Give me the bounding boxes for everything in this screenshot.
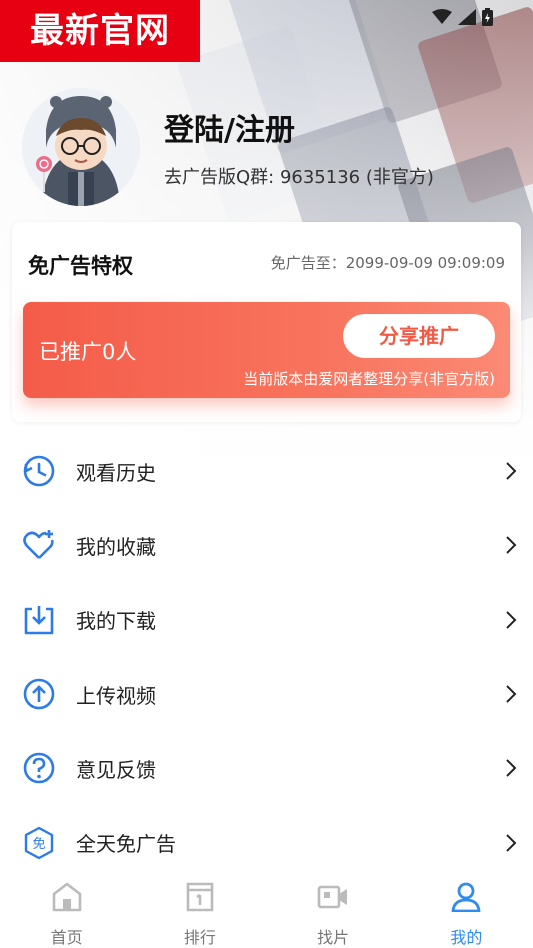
chevron-right-icon <box>505 535 517 555</box>
tab-label: 排行 <box>183 928 216 947</box>
bottom-tab-bar: 首页 排行 找片 我的 <box>0 872 533 948</box>
menu-item-history[interactable]: 观看历史 <box>0 434 533 508</box>
watermark-banner: 最新官网 <box>0 0 200 62</box>
wifi-icon <box>432 9 452 29</box>
menu-item-no-ads[interactable]: 免 全天免广告 <box>0 805 533 879</box>
video-camera-icon <box>317 882 349 916</box>
home-icon <box>51 882 83 916</box>
profile-section: 登陆/注册 去广告版Q群: 9635136 (非官方) <box>22 88 434 206</box>
menu-label: 上传视频 <box>76 683 156 708</box>
chevron-right-icon <box>505 461 517 481</box>
ad-free-card: 免广告特权 免广告至：2099-09-09 09:09:09 已推广0人 分享推… <box>12 222 521 422</box>
promo-note: 当前版本由爱网者整理分享(非官方版) <box>243 370 495 388</box>
history-icon <box>22 454 56 488</box>
menu-label: 意见反馈 <box>76 757 156 782</box>
menu-item-favorites[interactable]: 我的收藏 <box>0 508 533 582</box>
tab-mine[interactable]: 我的 <box>400 872 533 948</box>
heart-plus-icon <box>22 528 56 562</box>
menu-label: 我的收藏 <box>76 534 156 559</box>
ad-free-title: 免广告特权 <box>28 254 133 278</box>
promo-panel: 已推广0人 分享推广 当前版本由爱网者整理分享(非官方版) <box>23 302 510 398</box>
chevron-right-icon <box>505 610 517 630</box>
user-icon <box>450 882 482 916</box>
chevron-right-icon <box>505 684 517 704</box>
menu-label: 全天免广告 <box>76 832 176 857</box>
login-register-link[interactable]: 登陆/注册 <box>164 105 434 149</box>
promo-count: 已推广0人 <box>39 340 137 364</box>
ranking-icon <box>184 882 216 916</box>
tab-home[interactable]: 首页 <box>0 872 133 948</box>
battery-icon <box>482 8 493 30</box>
avatar[interactable] <box>22 88 140 206</box>
ad-free-expire: 免广告至：2099-09-09 09:09:09 <box>270 254 505 272</box>
menu-item-downloads[interactable]: 我的下载 <box>0 583 533 657</box>
menu-item-upload[interactable]: 上传视频 <box>0 657 533 731</box>
menu-item-feedback[interactable]: 意见反馈 <box>0 731 533 805</box>
menu-label: 我的下载 <box>76 609 156 634</box>
menu-label: 观看历史 <box>76 460 156 485</box>
tab-ranking[interactable]: 排行 <box>133 872 266 948</box>
no-ads-icon: 免 <box>22 826 56 860</box>
qq-group-text: 去广告版Q群: 9635136 (非官方) <box>164 167 434 188</box>
chevron-right-icon <box>505 833 517 853</box>
question-icon <box>22 751 56 785</box>
tab-label: 首页 <box>50 928 83 947</box>
upload-icon <box>22 677 56 711</box>
download-icon <box>22 603 56 637</box>
chevron-right-icon <box>505 758 517 778</box>
signal-icon <box>458 9 476 29</box>
share-promote-button[interactable]: 分享推广 <box>343 314 495 358</box>
tab-label: 找片 <box>317 928 350 947</box>
status-bar <box>432 8 493 30</box>
svg-text:免: 免 <box>32 837 45 852</box>
tab-label: 我的 <box>450 928 483 947</box>
settings-menu: 观看历史 我的收藏 我的下载 上传视频 意见反馈 免 全天免广告 <box>0 434 533 880</box>
tab-find-video[interactable]: 找片 <box>267 872 400 948</box>
